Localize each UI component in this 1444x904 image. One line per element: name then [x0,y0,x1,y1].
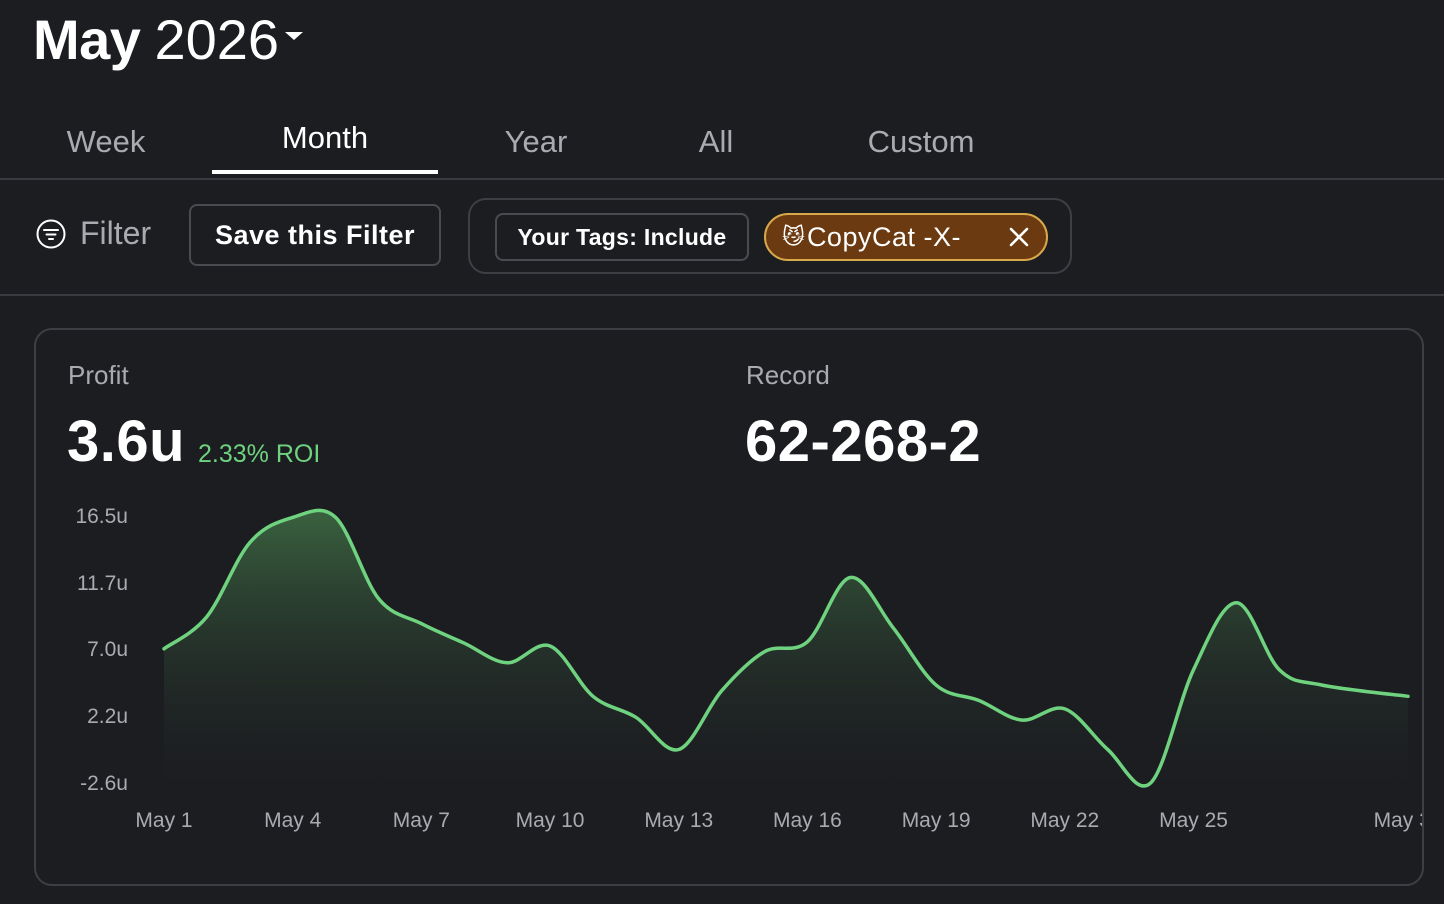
tag-chip-label: CopyCat -X- [806,221,961,252]
page: May 2026 Week Month Year All Custom Filt… [0,0,1444,904]
month-selector[interactable]: May 2026 [33,8,304,72]
x-tick-label: May 4 [264,809,322,832]
x-tick-label: May 22 [1030,809,1099,832]
caret-down-icon [285,32,304,40]
x-tick-label: May 19 [902,809,971,832]
tag-chip-copycat[interactable]: 😼 CopyCat -X- [764,213,1048,261]
x-tick-label: May 16 [773,809,842,832]
x-tick-label: May 30 [1374,809,1422,832]
x-tick-label: May 7 [393,809,450,832]
month-name: May [33,8,141,71]
stats-card: Profit 3.6u 2.33% ROI Record 62-268-2 16… [34,328,1424,886]
tab-all[interactable]: All [662,108,770,176]
x-tick-label: May 13 [644,809,713,832]
x-tick-label: May 25 [1159,809,1228,832]
y-tick-label: 16.5u [75,505,128,528]
cat-emoji-icon: 😼 [782,224,805,249]
tab-year[interactable]: Year [474,108,598,176]
month-year: 2026 [154,8,280,71]
filter-bar: Filter Save this Filter Your Tags: Inclu… [0,180,1444,296]
y-axis: 16.5u 11.7u 7.0u 2.2u -2.6u [75,505,128,795]
tab-week[interactable]: Week [30,108,182,176]
y-tick-label: 11.7u [77,572,128,595]
x-axis: May 1 May 4 May 7 May 10 May 13 May 16 May 19 M… [135,809,1422,832]
y-tick-label: -2.6u [80,772,128,795]
x-tick-label: May 10 [516,809,585,832]
filter-toggle[interactable]: Filter [36,215,151,252]
period-tabs: Week Month Year All Custom [0,108,1444,180]
tab-custom[interactable]: Custom [842,108,1000,176]
y-tick-label: 7.0u [87,638,128,661]
x-tick-label: May 1 [135,809,192,832]
y-tick-label: 2.2u [87,705,128,728]
filter-icon [36,219,66,248]
filter-label: Filter [80,215,152,251]
close-icon[interactable] [1008,226,1030,248]
tab-month[interactable]: Month [212,106,438,174]
tag-filter-group: Your Tags: Include 😼 CopyCat -X- [468,198,1072,274]
profit-chart: 16.5u11.7u7.0u2.2u-2.6u May 1 May 4 May 7M… [75,505,1422,832]
save-filter-button[interactable]: Save this Filter [189,204,441,266]
tags-include-button[interactable]: Your Tags: Include [495,213,749,261]
